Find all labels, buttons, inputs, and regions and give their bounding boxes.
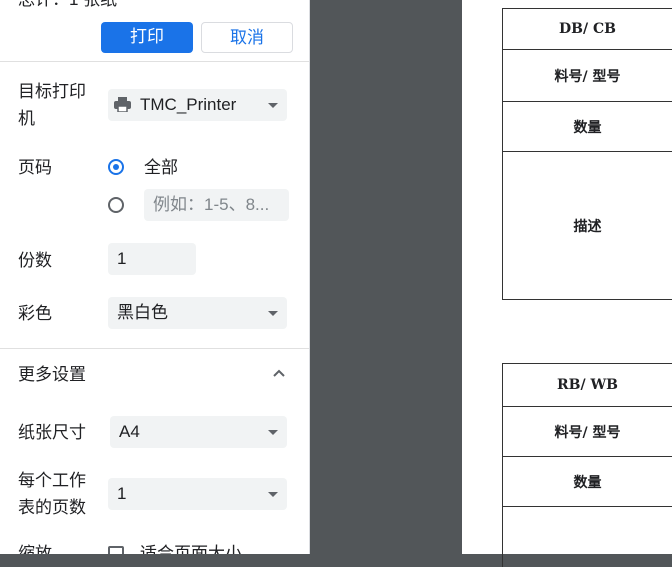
preview-table-1: DB/ CB 料号/ 型号 数量 描述 bbox=[502, 8, 672, 300]
color-value: 黑白色 bbox=[117, 303, 168, 322]
more-settings-toggle[interactable]: 更多设置 bbox=[18, 361, 86, 388]
pages-label: 页码 bbox=[18, 158, 52, 177]
table-cell: 料号/ 型号 bbox=[503, 407, 672, 457]
pages-custom-radio[interactable] bbox=[108, 197, 124, 213]
fit-page-label: 适合页面大小 bbox=[140, 544, 242, 554]
chevron-up-icon[interactable] bbox=[273, 369, 285, 377]
print-button[interactable]: 打印 bbox=[101, 22, 193, 53]
scale-label: 缩放 bbox=[18, 544, 52, 554]
paper-size-value: A4 bbox=[119, 422, 140, 441]
preview-table-2: RB/ WB 料号/ 型号 数量 bbox=[502, 363, 672, 567]
table-cell: RB/ WB bbox=[503, 364, 672, 407]
destination-select[interactable]: TMC_Printer bbox=[108, 89, 287, 121]
preview-page: DB/ CB 料号/ 型号 数量 描述 RB/ WB 料号/ 型号 数量 bbox=[462, 0, 672, 567]
chevron-down-icon bbox=[268, 103, 278, 108]
cancel-button[interactable]: 取消 bbox=[201, 22, 293, 53]
copies-input[interactable]: 1 bbox=[108, 243, 196, 275]
table-cell: 描述 bbox=[503, 152, 672, 300]
paper-size-label: 纸张尺寸 bbox=[18, 423, 86, 442]
chevron-down-icon bbox=[268, 430, 278, 435]
table-cell bbox=[503, 507, 672, 567]
pages-per-sheet-label: 每个工作表的页数 bbox=[18, 471, 86, 517]
fit-page-checkbox[interactable] bbox=[108, 546, 124, 554]
pages-all-radio[interactable] bbox=[108, 159, 124, 175]
preview-backdrop bbox=[310, 0, 462, 554]
pages-per-sheet-select[interactable]: 1 bbox=[108, 478, 287, 510]
print-settings-panel: 总计：1 张纸 打印 取消 目标打印机 TMC_Printer 页码 全部 例如… bbox=[0, 0, 310, 554]
table-cell: 数量 bbox=[503, 457, 672, 507]
color-label: 彩色 bbox=[18, 304, 52, 323]
copies-label: 份数 bbox=[18, 251, 52, 270]
printer-icon bbox=[114, 97, 131, 112]
pages-custom-input[interactable]: 例如：1-5、8... bbox=[144, 189, 289, 221]
table-cell: DB/ CB bbox=[503, 9, 672, 50]
pages-all-label: 全部 bbox=[144, 158, 178, 177]
table-cell: 数量 bbox=[503, 102, 672, 152]
destination-label: 目标打印机 bbox=[18, 82, 86, 128]
sheet-summary: 总计：1 张纸 bbox=[18, 0, 117, 13]
divider bbox=[0, 348, 309, 349]
paper-size-select[interactable]: A4 bbox=[110, 416, 287, 448]
divider bbox=[0, 61, 309, 62]
chevron-down-icon bbox=[268, 311, 278, 316]
chevron-down-icon bbox=[268, 492, 278, 497]
color-select[interactable]: 黑白色 bbox=[108, 297, 287, 329]
pages-per-sheet-value: 1 bbox=[117, 484, 127, 503]
destination-value: TMC_Printer bbox=[140, 95, 237, 114]
table-cell: 料号/ 型号 bbox=[503, 50, 672, 102]
